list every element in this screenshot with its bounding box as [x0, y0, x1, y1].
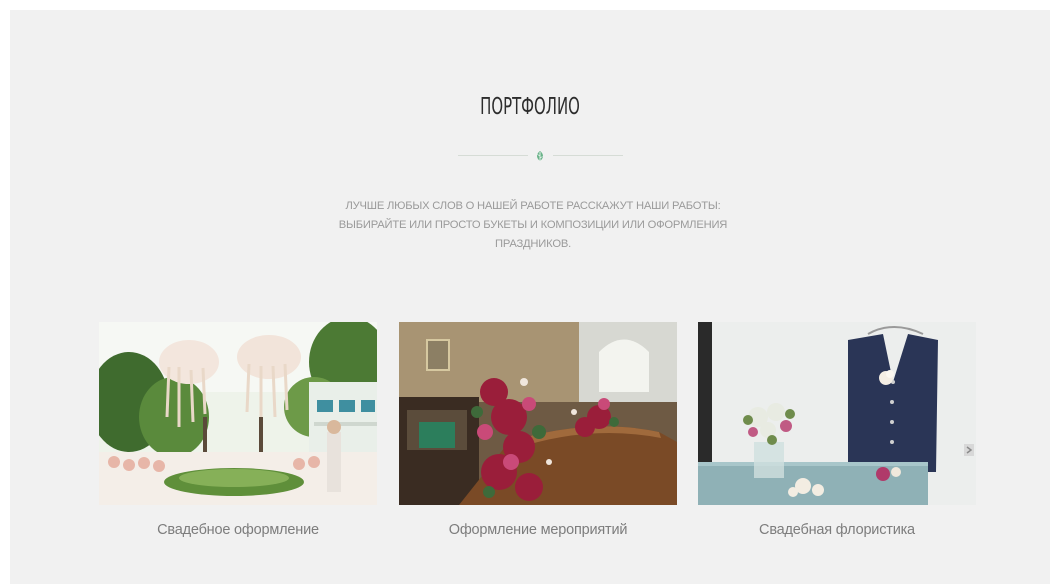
section-title: ПОРТФОЛИО: [480, 94, 580, 120]
intro-line-2: ВЫБИРАЙТЕ ИЛИ ПРОСТО БУКЕТЫ И КОМПОЗИЦИИ…: [338, 219, 728, 231]
portfolio-photo-wedding-decor[interactable]: [99, 322, 377, 505]
divider-line-left: [458, 155, 528, 156]
title-divider: [458, 150, 623, 162]
intro-line-1: ЛУЧШЕ ЛЮБЫХ СЛОВ О НАШЕЙ РАБОТЕ РАССКАЖУ…: [345, 200, 721, 212]
intro-text: ЛУЧШЕ ЛЮБЫХ СЛОВ О НАШЕЙ РАБОТЕ РАССКАЖУ…: [260, 197, 806, 254]
portfolio-photo-event-decor[interactable]: [399, 322, 677, 505]
portfolio-section: ПОРТФОЛИО ЛУЧШЕ ЛЮБЫХ СЛОВ О НАШЕЙ РАБОТ…: [10, 10, 1050, 584]
portfolio-card-wedding-decor[interactable]: Свадебное оформление: [99, 322, 377, 538]
portfolio-photo-wedding-floristry[interactable]: [698, 322, 976, 505]
chevron-right-icon[interactable]: [963, 443, 975, 457]
portfolio-card-event-decor[interactable]: Оформление мероприятий: [399, 322, 677, 538]
intro-line-3: ПРАЗДНИКОВ.: [494, 238, 571, 250]
portfolio-caption[interactable]: Свадебное оформление: [99, 522, 377, 538]
portfolio-caption[interactable]: Оформление мероприятий: [399, 522, 677, 538]
portfolio-card-wedding-floristry[interactable]: Свадебная флористика: [698, 322, 976, 538]
portfolio-caption[interactable]: Свадебная флористика: [698, 522, 976, 538]
leaf-icon: [537, 151, 543, 161]
divider-line-right: [553, 155, 623, 156]
